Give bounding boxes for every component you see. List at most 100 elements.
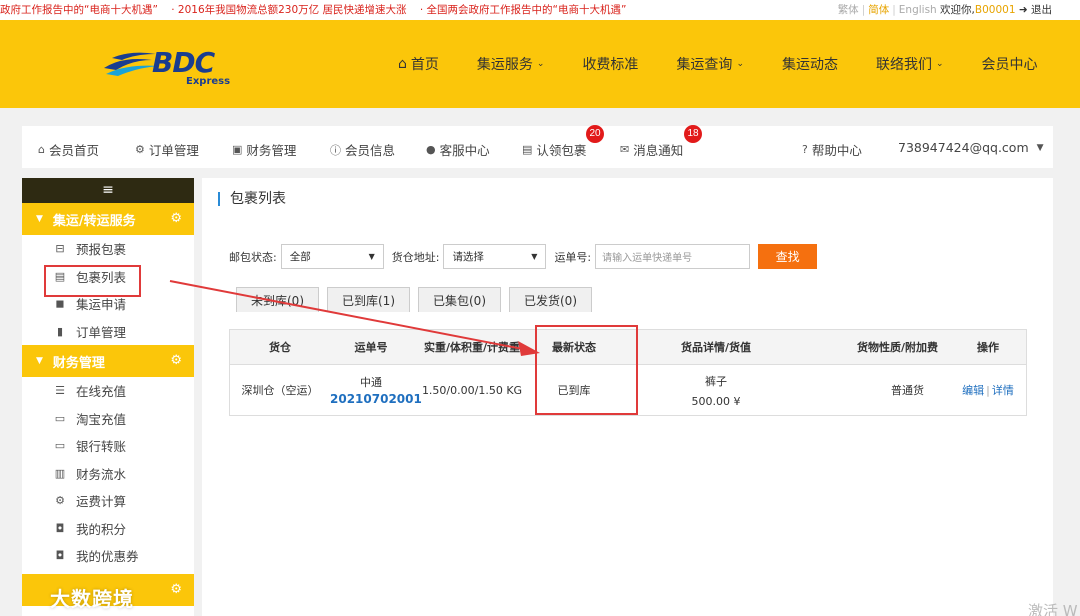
ticker-item[interactable]: 政府工作报告中的“电商十大机遇” [0,4,158,16]
sidebar-item-finance-flow[interactable]: ▥ 财务流水 [22,460,194,488]
sidebar-item-order-management[interactable]: ▮ 订单管理 [22,318,194,346]
nav-tracking[interactable]: 集运查询 ⌄ [676,54,744,74]
logo-brand: BDC [152,46,215,79]
news-ticker[interactable]: 政府工作报告中的“电商十大机遇” · 2016年我国物流总额230万亿 居民快递… [0,0,636,20]
cell-item-detail: 裤子 500.00 ¥ [616,373,816,408]
help-center-link[interactable]: ? 帮助中心 [802,140,862,159]
chevron-down-icon: ▼ [531,252,538,261]
credit-card-icon: ▭ [54,411,66,425]
cell-waybill: 中通 20210702001 [330,374,422,406]
chevron-down-icon: ⌄ [935,59,944,69]
box-icon: ⊟ [55,242,65,256]
sidebar-item-label: 预报包裹 [76,242,127,258]
gear-icon[interactable]: ⚙ [170,211,182,226]
warehouse-select-value: 请选择 [452,251,484,263]
column-header: 实重/体积重/计费重 [423,341,521,354]
sidebar-section-finance[interactable]: ▼ 财务管理 ⚙ [22,345,194,377]
customer-service-link[interactable]: ● 客服中心 [426,140,490,159]
sidebar-item-shipping-calculator[interactable]: ⚙ 运费计算 [22,487,194,515]
messages-label: 消息通知 [633,143,684,158]
item-value: 500.00 ¥ [691,394,741,408]
order-management-link[interactable]: ⚙ 订单管理 [135,140,199,159]
tab-shipped[interactable]: 已发货(0) [509,287,592,312]
nav-news[interactable]: 集运动态 [782,54,838,74]
nav-label: 集运动态 [781,57,838,73]
nav-member-center[interactable]: 会员中心 [982,54,1038,74]
sidebar-item-bank-transfer[interactable]: ▭ 银行转账 [22,432,194,460]
gear-icon[interactable]: ⚙ [170,353,182,368]
claim-package-link[interactable]: ▤ 认领包裹 20 [522,125,604,159]
chevron-down-icon: ▼ [368,252,375,261]
status-select[interactable]: 全部 ▼ [280,244,384,269]
gift-icon: ◘ [55,521,65,535]
status-tabs: 未到库(0) 已到库(1) 已集包(0) 已发货(0) [236,287,600,312]
sidebar-toggle-icon[interactable]: ≡ [22,178,194,203]
money-icon: ▣ [232,143,243,156]
warehouse-select[interactable]: 请选择 ▼ [443,244,547,269]
waybill-filter-label: 运单号: [554,250,592,264]
sidebar-item-taobao-recharge[interactable]: ▭ 淘宝充值 [22,405,194,433]
info-icon: ⓘ [330,143,341,157]
nav-home[interactable]: ⌂ 首页 [398,54,439,74]
sidebar-item-label: 我的优惠券 [76,549,139,565]
finance-link[interactable]: ▣ 财务管理 [232,140,296,159]
lang-english-link[interactable]: English [899,4,937,16]
sidebar-section-consolidation[interactable]: ▼ 集运/转运服务 ⚙ [22,203,194,235]
inbox-icon: ▤ [522,143,533,156]
claim-count-badge: 20 [586,125,604,143]
nav-consolidation-service[interactable]: 集运服务 ⌄ [477,54,545,74]
sidebar-item-my-points[interactable]: ◘ 我的积分 [22,515,194,543]
logout-icon[interactable]: ➜ [1019,4,1028,16]
lang-simplified-link[interactable]: 简体 [868,4,889,16]
gear-icon[interactable]: ⚙ [170,582,182,597]
waybill-number[interactable]: 20210702001 [330,392,422,406]
caret-down-icon: ▼ [36,214,43,224]
top-bar: 政府工作报告中的“电商十大机遇” · 2016年我国物流总额230万亿 居民快递… [0,0,1080,20]
caret-down-icon: ▼ [1036,142,1044,153]
account-dropdown[interactable]: 738947424@qq.com ▼ [898,140,1048,155]
sidebar-item-online-recharge[interactable]: ☰ 在线充值 [22,377,194,405]
claim-package-label: 认领包裹 [536,143,587,158]
sidebar: ≡ ▼ 集运/转运服务 ⚙ ⊟ 预报包裹 ▤ 包裹列表 ◼ 集运申请 ▮ 订单管理 ▼ … [22,178,194,616]
cogs-icon: ⚙ [55,494,65,508]
column-header: 货物性质/附加费 [856,341,938,354]
messages-count-badge: 18 [684,125,702,143]
cell-nature: 普通货 [891,384,924,397]
sidebar-item-label: 运费计算 [76,494,127,510]
sidebar-item-forecast-package[interactable]: ⊟ 预报包裹 [22,235,194,263]
site-logo[interactable]: BDC Express [102,42,232,90]
ticker-item[interactable]: · 全国两会政府工作报告中的“电商十大机遇” [420,4,627,16]
gift-icon: ◘ [55,549,65,563]
edit-link[interactable]: 编辑 [962,384,984,397]
nav-label: 会员中心 [981,57,1038,73]
nav-label: 集运查询 [676,57,733,73]
nav-pricing[interactable]: 收费标准 [582,54,638,74]
member-info-link[interactable]: ⓘ 会员信息 [330,140,395,159]
ticker-item[interactable]: · 2016年我国物流总额230万亿 居民快递增速大涨 [171,4,406,16]
caret-down-icon: ▼ [36,356,43,366]
envelope-icon: ✉ [620,143,630,156]
help-center-label: 帮助中心 [811,143,862,158]
filter-bar: 邮包状态: 全部 ▼ 货仓地址: 请选择 ▼ 运单号: 请输入运单快递单号 查找 [229,244,818,269]
messages-link[interactable]: ✉ 消息通知 18 [620,125,702,159]
tab-consolidated[interactable]: 已集包(0) [418,287,501,312]
column-header: 操作 [977,341,999,354]
book-icon: ▮ [56,324,64,338]
credit-card-icon: ▭ [54,439,66,453]
tab-not-arrived[interactable]: 未到库(0) [236,287,319,312]
chevron-down-icon: ⌄ [536,59,545,69]
section-title: 集运/转运服务 [52,213,136,229]
tab-arrived[interactable]: 已到库(1) [327,287,410,312]
nav-contact[interactable]: 联络我们 ⌄ [876,54,944,74]
waybill-input[interactable]: 请输入运单快递单号 [595,244,751,269]
user-code-link[interactable]: B00001 [975,4,1016,16]
cell-actions: 编辑 | 详情 [962,384,1014,397]
lang-traditional-link[interactable]: 繁体 [838,4,859,16]
logout-link[interactable]: 退出 [1031,4,1052,16]
member-home-link[interactable]: ⌂ 会员首页 [38,140,99,159]
sidebar-item-my-coupons[interactable]: ◘ 我的优惠券 [22,542,194,570]
status-filter-label: 邮包状态: [229,250,277,264]
search-button[interactable]: 查找 [758,244,818,269]
detail-link[interactable]: 详情 [992,384,1014,397]
truck-icon: ◼ [55,297,65,311]
